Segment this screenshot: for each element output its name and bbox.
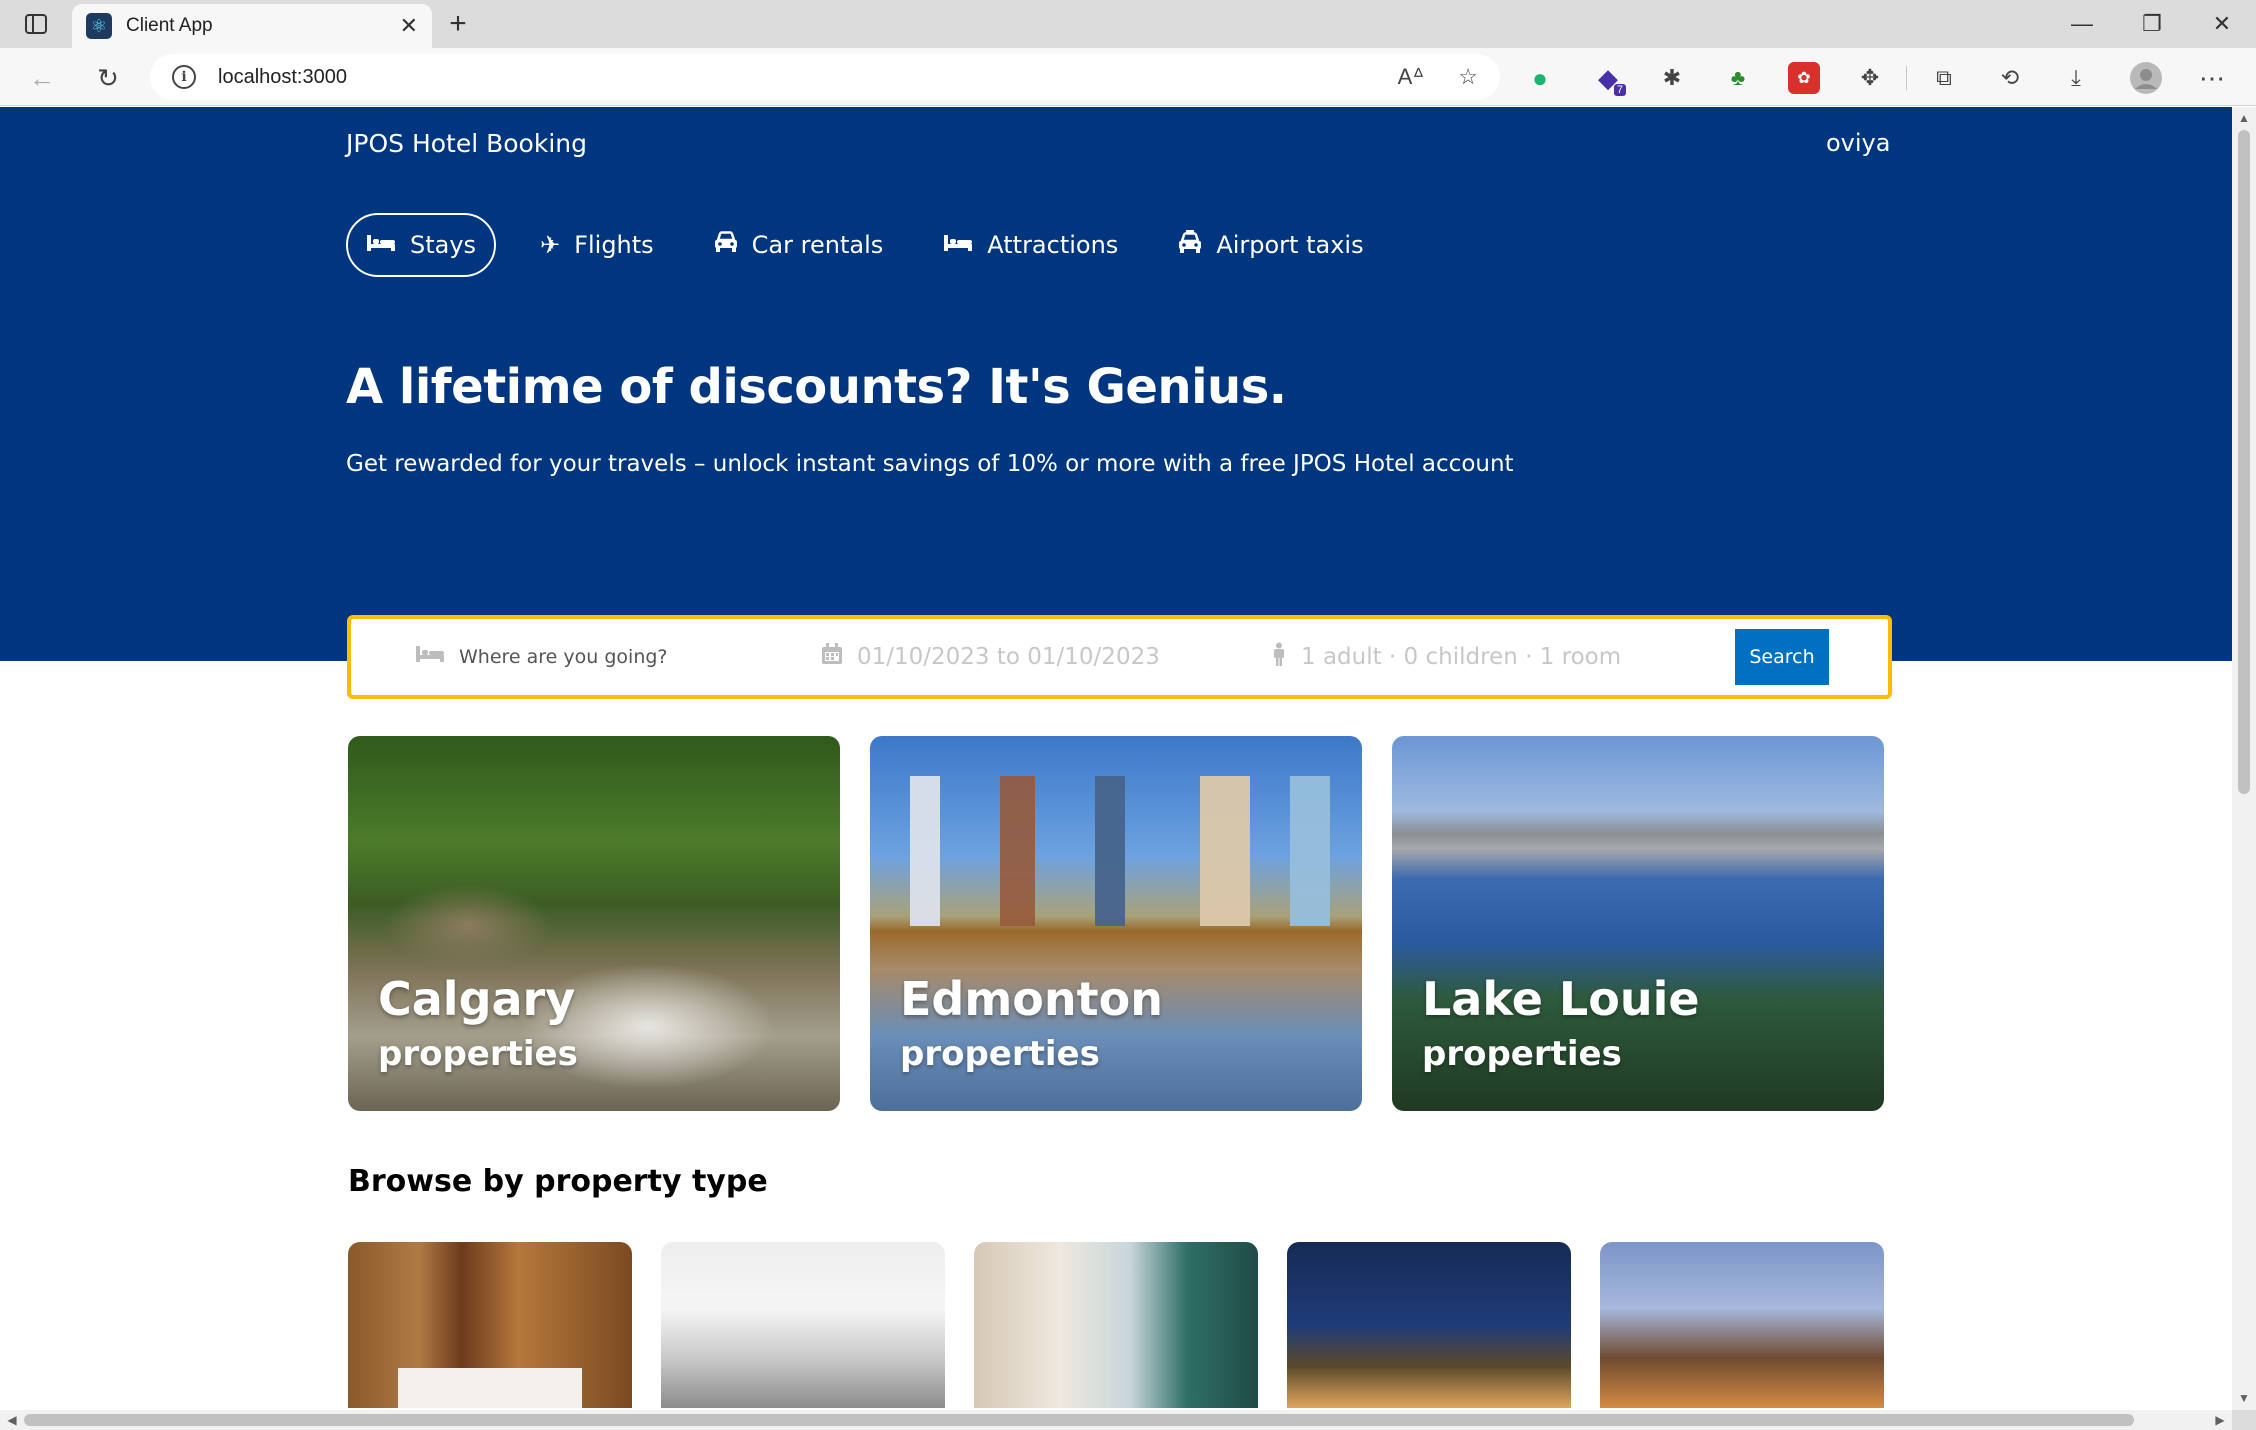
read-aloud-icon[interactable]: A͏ᐞ	[1398, 64, 1425, 90]
bed-icon	[415, 644, 445, 670]
window-close-button[interactable]: ✕	[2200, 6, 2244, 42]
tab-title: Client App	[126, 15, 213, 36]
featured-card-calgary[interactable]: Calgary properties	[348, 736, 840, 1111]
grammarly-icon[interactable]: ●	[1524, 62, 1556, 94]
hero-subtitle: Get rewarded for your travels – unlock i…	[346, 451, 1514, 477]
puzzle-icon[interactable]: ✥	[1854, 62, 1886, 94]
nav-item-label: Airport taxis	[1216, 231, 1364, 259]
search-bar: 01/10/2023 to 01/10/2023 1 adult · 0 chi…	[347, 615, 1892, 699]
extension-red-icon[interactable]: ✿	[1788, 62, 1820, 94]
info-icon[interactable]: i	[172, 65, 196, 89]
property-card-resort-image[interactable]	[974, 1242, 1258, 1408]
scroll-left-icon[interactable]: ◀	[0, 1410, 24, 1430]
extension-icon[interactable]: ◆ 7	[1592, 62, 1626, 96]
destination-field[interactable]	[415, 619, 719, 695]
bed-icon	[943, 231, 973, 259]
history-icon[interactable]: ⟲	[1994, 62, 2026, 94]
minimize-button[interactable]: —	[2060, 6, 2104, 42]
featured-title: Edmonton	[900, 972, 1163, 1026]
nav-item-label: Attractions	[987, 231, 1119, 259]
user-name[interactable]: oviya	[1826, 129, 1890, 157]
extension-badge: 7	[1613, 84, 1626, 96]
scrollbar-corner	[2232, 1410, 2256, 1430]
star-add-icon[interactable]: ☆	[1458, 64, 1478, 90]
featured-card-lake-louie[interactable]: Lake Louie properties	[1392, 736, 1884, 1111]
toolbar-divider	[1906, 66, 1907, 90]
horizontal-scroll-thumb[interactable]	[24, 1414, 2134, 1426]
hero-section: JPOS Hotel Booking oviya Stays ✈ Flights…	[0, 107, 2232, 661]
ellipsis-icon[interactable]: ⋯	[2196, 62, 2228, 94]
nav-item-flights[interactable]: ✈ Flights	[524, 213, 670, 277]
nav-tabs: Stays ✈ Flights Car rentals Attractions …	[346, 213, 1408, 277]
restore-button[interactable]: ❐	[2130, 6, 2174, 42]
date-range-text[interactable]: 01/10/2023 to 01/10/2023	[857, 644, 1160, 670]
person-icon	[1271, 642, 1287, 672]
property-card-villa-image[interactable]	[1287, 1242, 1571, 1408]
browser-tab-bar: ⚛ Client App ✕ + — ❐ ✕	[0, 0, 2256, 48]
browse-section-title: Browse by property type	[348, 1164, 768, 1199]
calendar-icon	[821, 643, 843, 671]
browser-tab[interactable]: ⚛ Client App ✕	[72, 4, 432, 48]
property-card-apartment-image[interactable]	[661, 1242, 945, 1408]
reload-icon[interactable]: ↻	[88, 58, 128, 98]
arrow-left-icon[interactable]: ←	[22, 58, 62, 98]
featured-subtitle: properties	[900, 1034, 1100, 1074]
brand-logo[interactable]: JPOS Hotel Booking	[346, 129, 587, 158]
nav-item-label: Car rentals	[751, 231, 884, 259]
nav-item-attractions[interactable]: Attractions	[927, 213, 1134, 277]
sidebar-toggle-icon[interactable]	[14, 6, 58, 42]
nav-item-stays[interactable]: Stays	[346, 213, 497, 277]
featured-cities: Calgary properties Edmonton properties L…	[348, 736, 1884, 1111]
guests-field[interactable]: 1 adult · 0 children · 1 room	[1271, 619, 1621, 695]
download-icon[interactable]: ⤓	[2060, 62, 2092, 94]
plane-icon: ✈	[540, 231, 561, 259]
featured-title: Calgary	[378, 972, 576, 1026]
avatar-icon[interactable]	[2130, 62, 2162, 94]
plus-icon[interactable]: +	[440, 6, 476, 42]
address-bar[interactable]: i localhost:3000 A͏ᐞ ☆	[150, 54, 1500, 100]
nav-item-car-rentals[interactable]: Car rentals	[698, 213, 900, 277]
guests-text[interactable]: 1 adult · 0 children · 1 room	[1301, 644, 1621, 670]
nav-item-label: Flights	[574, 231, 654, 259]
url-text[interactable]: localhost:3000	[218, 66, 1364, 89]
destination-input[interactable]	[459, 646, 719, 668]
nav-item-airport-taxis[interactable]: Airport taxis	[1162, 213, 1379, 277]
featured-title: Lake Louie	[1422, 972, 1700, 1026]
bug-icon[interactable]: ✱	[1656, 62, 1688, 94]
hero-title: A lifetime of discounts? It's Genius.	[346, 359, 1287, 415]
featured-card-edmonton[interactable]: Edmonton properties	[870, 736, 1362, 1111]
date-field[interactable]: 01/10/2023 to 01/10/2023	[821, 619, 1160, 695]
react-icon: ⚛	[86, 13, 112, 39]
vertical-scroll-thumb[interactable]	[2238, 130, 2250, 794]
search-button[interactable]: Search	[1735, 629, 1829, 685]
property-card-hotel-image[interactable]	[348, 1242, 632, 1408]
bed-icon	[366, 231, 396, 259]
property-type-list	[348, 1242, 1884, 1408]
tree-icon[interactable]: ♣	[1722, 62, 1754, 94]
scroll-right-icon[interactable]: ▶	[2208, 1410, 2232, 1430]
featured-subtitle: properties	[1422, 1034, 1622, 1074]
collections-icon[interactable]: ⧉	[1928, 62, 1960, 94]
car-icon	[714, 231, 738, 259]
browser-toolbar: ← ↻ i localhost:3000 A͏ᐞ ☆ ● ◆ 7 ✱ ♣ ✿ ✥ …	[0, 48, 2256, 106]
taxi-icon	[1178, 230, 1202, 260]
nav-item-label: Stays	[410, 231, 477, 259]
scroll-down-icon[interactable]: ▼	[2232, 1388, 2256, 1408]
close-icon[interactable]: ✕	[400, 13, 418, 39]
scroll-up-icon[interactable]: ▲	[2232, 108, 2256, 128]
featured-subtitle: properties	[378, 1034, 578, 1074]
property-card-cabin-image[interactable]	[1600, 1242, 1884, 1408]
